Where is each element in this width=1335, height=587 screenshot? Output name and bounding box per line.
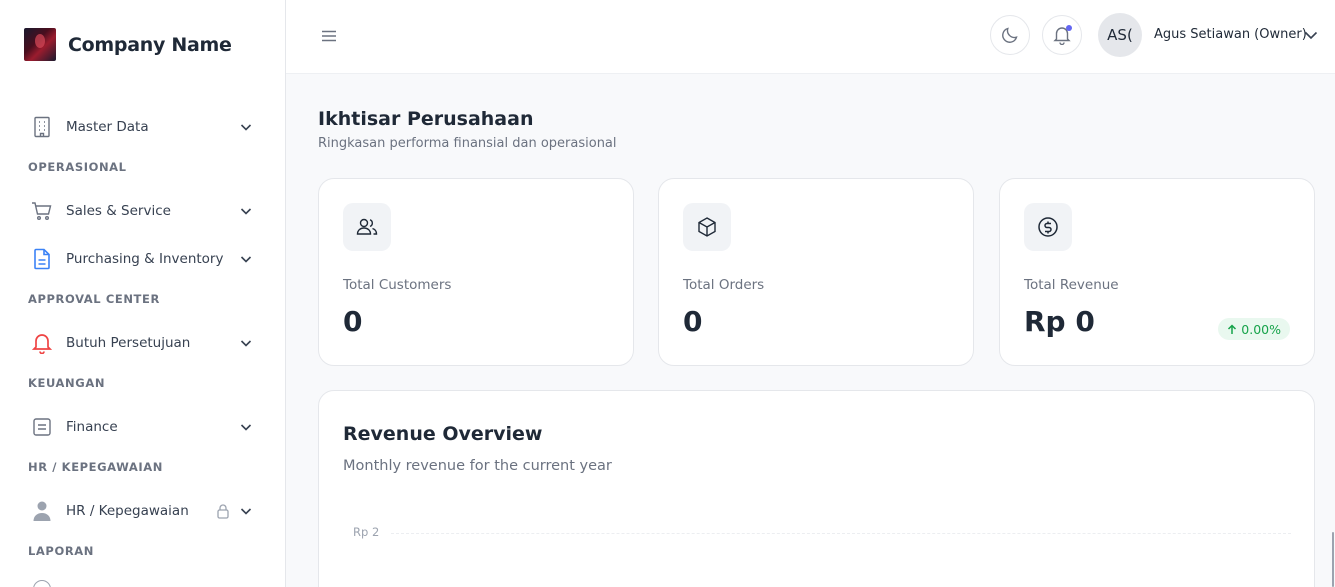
stat-card-orders: Total Orders 0 [658, 178, 974, 366]
sidebar-item-hr-kepegawaian[interactable]: HR / Kepegawaian [28, 493, 260, 529]
arrow-up-icon [1228, 323, 1237, 334]
chart-gridline [391, 533, 1291, 534]
y-axis-tick-label: Rp 2 [353, 525, 380, 539]
section-heading-hr: HR / KEPEGAWAIAN [28, 460, 164, 474]
topbar: AS( Agus Setiawan (Owner) [286, 0, 1335, 74]
chevron-down-icon [240, 508, 252, 515]
section-heading-keuangan: KEUANGAN [28, 376, 106, 390]
chevron-down-icon [240, 208, 252, 215]
bell-icon [28, 329, 56, 357]
sidebar-item-sales-service[interactable]: Sales & Service [28, 193, 260, 229]
dark-mode-toggle-button[interactable] [990, 15, 1030, 55]
page-subtitle: Ringkasan performa finansial dan operasi… [318, 136, 617, 151]
ledger-icon [28, 413, 56, 441]
sidebar-item-label: Butuh Persetujuan [66, 335, 191, 351]
change-badge: 0.00% [1218, 318, 1290, 340]
brand[interactable]: Company Name [24, 28, 232, 61]
lock-icon [217, 504, 229, 519]
sidebar-item-label: Finance [66, 419, 118, 435]
stat-value: 0 [343, 305, 363, 338]
dollar-circle-icon [1024, 203, 1072, 251]
revenue-chart-card: Revenue Overview Monthly revenue for the… [318, 390, 1315, 587]
sidebar-item-finance[interactable]: Finance [28, 409, 260, 445]
scrollbar[interactable] [1332, 532, 1334, 587]
chevron-down-icon [240, 256, 252, 263]
sidebar-item-purchasing-inventory[interactable]: Purchasing & Inventory [28, 241, 260, 277]
change-value: 0.00% [1241, 321, 1281, 337]
page-title: Ikhtisar Perusahaan [318, 108, 534, 130]
sidebar-item-master-data[interactable]: Master Data [28, 109, 260, 145]
menu-toggle-icon[interactable] [320, 27, 338, 45]
sidebar-item-label: Sales & Service [66, 203, 171, 219]
users-icon [343, 203, 391, 251]
user-name[interactable]: Agus Setiawan (Owner) [1154, 27, 1307, 42]
moon-icon [1002, 27, 1018, 43]
chevron-down-icon [240, 424, 252, 431]
avatar[interactable]: AS( [1098, 13, 1142, 57]
stat-card-revenue: Total Revenue Rp 0 0.00% [999, 178, 1315, 366]
sidebar-item-label: Master Data [66, 119, 149, 135]
chart-title: Revenue Overview [343, 423, 543, 445]
chevron-down-icon [240, 340, 252, 347]
chevron-down-icon [240, 124, 252, 131]
building-icon [28, 113, 56, 141]
stat-label: Total Orders [683, 277, 765, 293]
sidebar-item-butuh-persetujuan[interactable]: Butuh Persetujuan [28, 325, 260, 361]
box-icon [683, 203, 731, 251]
company-name: Company Name [68, 33, 232, 56]
document-icon [28, 245, 56, 273]
cart-icon [28, 197, 56, 225]
main-content: Ikhtisar Perusahaan Ringkasan performa f… [286, 74, 1335, 587]
stat-card-customers: Total Customers 0 [318, 178, 634, 366]
stat-value: Rp 0 [1024, 305, 1095, 338]
sidebar-item-label: Purchasing & Inventory [66, 251, 224, 267]
section-heading-laporan: LAPORAN [28, 544, 95, 558]
stat-label: Total Revenue [1024, 277, 1119, 293]
stat-label: Total Customers [343, 277, 452, 293]
section-heading-approval-center: APPROVAL CENTER [28, 292, 160, 306]
chart-subtitle: Monthly revenue for the current year [343, 458, 612, 474]
sidebar: Company Name Master Data OPERASIONAL Sal… [0, 0, 286, 587]
person-icon [28, 497, 56, 525]
company-logo [24, 28, 56, 61]
notifications-button[interactable] [1042, 15, 1082, 55]
section-heading-operasional: OPERASIONAL [28, 160, 127, 174]
notification-dot [1066, 25, 1072, 31]
chevron-down-icon[interactable] [1303, 27, 1319, 43]
stat-value: 0 [683, 305, 703, 338]
sidebar-item-label: HR / Kepegawaian [66, 503, 189, 519]
report-icon [33, 580, 51, 587]
